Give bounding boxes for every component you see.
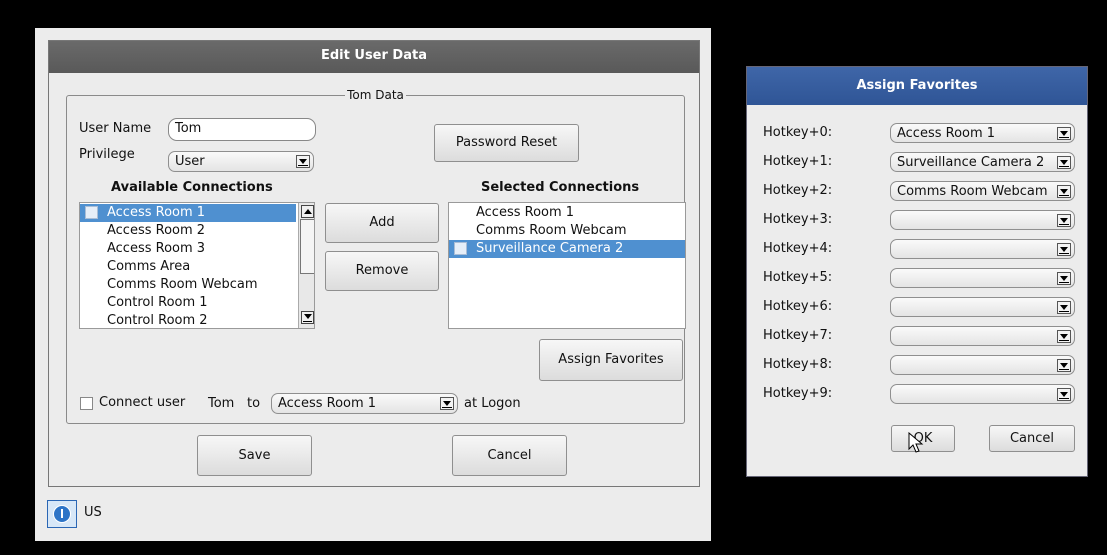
list-item-label: Access Room 3 [107,241,206,256]
available-list-item[interactable]: Access Room 1 [80,204,296,222]
password-reset-button[interactable]: Password Reset [434,124,579,162]
chevron-down-icon[interactable] [296,155,310,168]
edit-user-dialog: Edit User Data Tom Data User Name Tom Pr… [48,40,700,487]
list-item-label: Comms Room Webcam [476,223,627,238]
hotkey-select[interactable]: Comms Room Webcam [890,181,1075,201]
chevron-down-icon[interactable] [1057,388,1071,401]
save-button[interactable]: Save [197,435,312,476]
privilege-label: Privilege [79,147,135,162]
selected-list-item[interactable]: Surveillance Camera 2 [449,240,685,258]
scroll-up-icon[interactable] [301,205,314,218]
hotkey-value: Access Room 1 [897,126,996,141]
assign-favorites-button[interactable]: Assign Favorites [539,339,683,381]
available-connections-list[interactable]: Access Room 1 Access Room 2 Access Room 3 C… [79,202,315,329]
list-item-label: Access Room 1 [476,205,575,220]
available-list-item[interactable]: Comms Room Webcam [80,276,296,294]
chevron-down-icon[interactable] [1057,301,1071,314]
hotkey-label: Hotkey+0: [763,125,833,140]
selected-list-item[interactable]: Comms Room Webcam [449,222,685,240]
selected-connections-header: Selected Connections [481,180,640,195]
list-item-label: Surveillance Camera 2 [476,241,624,256]
scroll-down-icon[interactable] [301,311,314,324]
chevron-down-icon[interactable] [1057,156,1071,169]
assign-favorites-dialog: Assign Favorites Hotkey+0: Access Room 1 H… [746,66,1088,477]
scroll-thumb[interactable] [300,219,314,274]
hotkey-select[interactable]: Surveillance Camera 2 [890,152,1075,172]
user-name-label: User Name [79,121,152,136]
hotkey-value: Surveillance Camera 2 [897,155,1045,170]
hotkey-label: Hotkey+5: [763,270,833,285]
connect-to-label: to [247,396,261,411]
hotkey-select[interactable] [890,326,1075,346]
connect-user-checkbox[interactable] [80,397,93,410]
hotkey-select[interactable] [890,297,1075,317]
chevron-down-icon[interactable] [1057,330,1071,343]
hotkey-select[interactable] [890,384,1075,404]
available-connections-header: Available Connections [111,180,273,195]
hotkey-label: Hotkey+7: [763,328,833,343]
hotkey-label: Hotkey+9: [763,386,833,401]
cancel-button[interactable]: Cancel [452,435,567,476]
hotkey-label: Hotkey+6: [763,299,833,314]
privilege-select[interactable]: User [168,151,314,172]
connect-target-value: Access Room 1 [278,396,377,411]
available-list-item[interactable]: Control Room 1 [80,294,296,312]
list-item-label: Access Room 2 [107,223,206,238]
assign-favorites-title: Assign Favorites [747,67,1087,105]
selected-list-item[interactable]: Access Room 1 [449,204,685,222]
at-logon-label: at Logon [464,396,521,411]
list-item-label: Comms Room Webcam [107,277,258,292]
hotkey-label: Hotkey+2: [763,183,833,198]
selected-connections-list[interactable]: Access Room 1 Comms Room Webcam Surveillan… [448,202,686,329]
privilege-value: User [175,154,205,169]
available-scrollbar[interactable] [298,203,314,328]
list-item-label: Comms Area [107,259,191,274]
hotkey-value: Comms Room Webcam [897,184,1048,199]
chevron-down-icon[interactable] [1057,214,1071,227]
list-item-label: Control Room 2 [107,313,208,328]
chevron-down-icon[interactable] [440,397,454,410]
mouse-cursor-icon [908,432,924,453]
selection-marker-icon [85,206,98,219]
hotkey-select[interactable] [890,355,1075,375]
chevron-down-icon[interactable] [1057,272,1071,285]
selection-marker-icon [454,242,467,255]
user-name-field[interactable]: Tom [168,118,316,141]
hotkey-select[interactable] [890,268,1075,288]
hotkey-label: Hotkey+8: [763,357,833,372]
cancel-favorites-button[interactable]: Cancel [989,425,1075,452]
chevron-down-icon[interactable] [1057,185,1071,198]
hotkey-select[interactable] [890,239,1075,259]
add-button[interactable]: Add [325,203,439,243]
connect-user-name: Tom [208,396,235,411]
chevron-down-icon[interactable] [1057,243,1071,256]
group-title: Tom Data [347,88,404,102]
list-item-label: Access Room 1 [107,205,206,220]
available-list-item[interactable]: Comms Area [80,258,296,276]
hotkey-select[interactable]: Access Room 1 [890,123,1075,143]
locale-label: US [84,505,102,520]
available-list-item[interactable]: Control Room 2 [80,312,296,328]
remove-button[interactable]: Remove [325,251,439,291]
available-list-item[interactable]: Access Room 2 [80,222,296,240]
chevron-down-icon[interactable] [1057,127,1071,140]
available-list-item[interactable]: Access Room 3 [80,240,296,258]
edit-user-title: Edit User Data [49,41,699,73]
list-item-label: Control Room 1 [107,295,208,310]
connect-user-label: Connect user [99,395,186,410]
hotkey-select[interactable] [890,210,1075,230]
hotkey-label: Hotkey+1: [763,154,833,169]
connect-target-select[interactable]: Access Room 1 [271,393,458,414]
chevron-down-icon[interactable] [1057,359,1071,372]
hotkey-label: Hotkey+4: [763,241,833,256]
hotkey-label: Hotkey+3: [763,212,833,227]
power-icon[interactable] [47,500,77,528]
